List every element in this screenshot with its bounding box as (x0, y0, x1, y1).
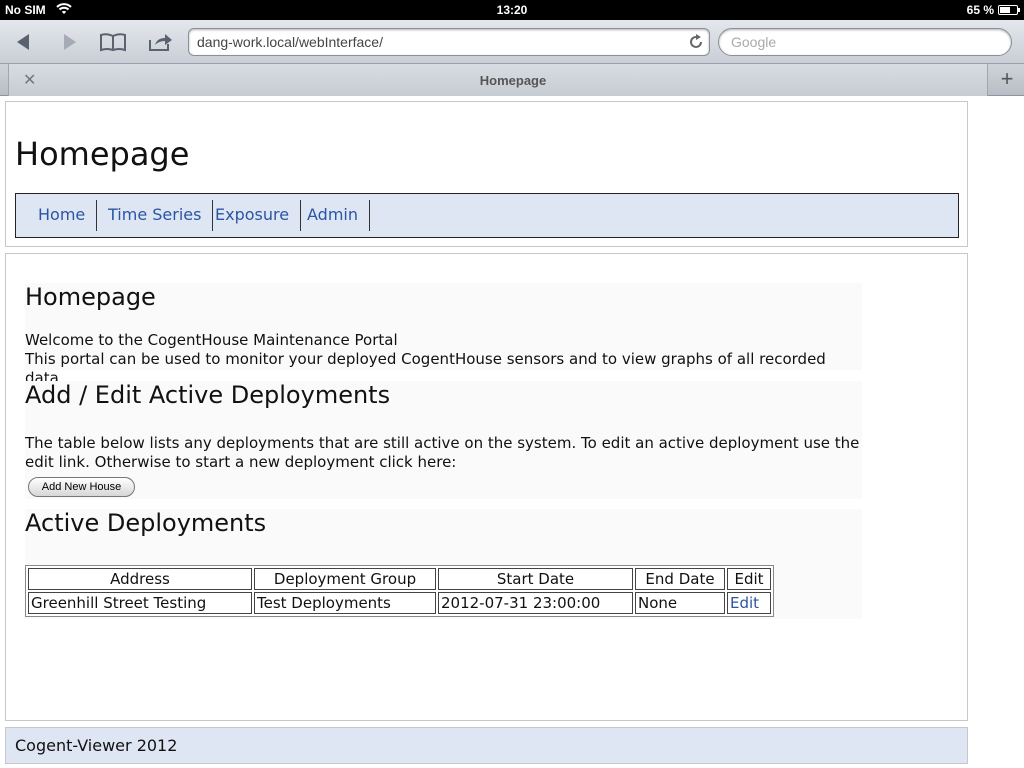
url-text: dang-work.local/webInterface/ (197, 34, 383, 50)
intro-heading: Homepage (25, 283, 156, 311)
col-edit: Edit (727, 568, 771, 590)
page-header: Homepage Home Time Series Exposure Admin (5, 101, 968, 247)
intro-section: Homepage Welcome to the CogentHouse Main… (25, 283, 862, 387)
back-icon (17, 34, 29, 50)
add-new-house-button[interactable]: Add New House (28, 477, 135, 497)
share-button[interactable] (145, 28, 175, 56)
address-bar[interactable]: dang-work.local/webInterface/ (188, 28, 710, 56)
col-start-date: Start Date (438, 568, 633, 590)
intro-line-1: Welcome to the CogentHouse Maintenance P… (25, 331, 398, 349)
cell-deployment-group: Test Deployments (254, 592, 436, 614)
status-bar: No SIM 13:20 65 % (0, 0, 1024, 20)
table-header-row: Address Deployment Group Start Date End … (28, 568, 771, 590)
battery-icon (998, 5, 1020, 15)
share-icon (149, 34, 172, 51)
search-field[interactable]: Google (718, 28, 1012, 56)
cell-address: Greenhill Street Testing (28, 592, 252, 614)
add-edit-section: Add / Edit Active Deployments The table … (25, 381, 862, 499)
col-end-date: End Date (635, 568, 725, 590)
back-button[interactable] (9, 28, 39, 56)
footer: Cogent-Viewer 2012 (5, 727, 968, 764)
cell-edit: Edit (727, 592, 771, 614)
forward-button[interactable] (54, 28, 84, 56)
nav-home[interactable]: Home (27, 200, 98, 231)
clock: 13:20 (496, 3, 528, 17)
active-deployments-section: Active Deployments Address Deployment Gr… (25, 509, 862, 619)
forward-icon (64, 34, 76, 50)
col-address: Address (28, 568, 252, 590)
col-deployment-group: Deployment Group (254, 568, 436, 590)
tab-homepage[interactable]: ✕ Homepage (8, 64, 988, 96)
add-edit-heading: Add / Edit Active Deployments (25, 381, 391, 409)
tab-bar: ✕ Homepage + (0, 64, 1024, 96)
page-title: Homepage (15, 135, 190, 173)
nav-admin[interactable]: Admin (296, 200, 370, 231)
cell-start-date: 2012-07-31 23:00:00 (438, 592, 633, 614)
browser-toolbar: dang-work.local/webInterface/ Google (0, 20, 1024, 64)
deployments-table: Address Deployment Group Start Date End … (25, 565, 774, 617)
search-placeholder: Google (731, 34, 777, 50)
nav-bar: Home Time Series Exposure Admin (15, 193, 959, 238)
main-content: Homepage Welcome to the CogentHouse Main… (5, 253, 968, 721)
bookmarks-icon (100, 33, 126, 52)
nav-exposure[interactable]: Exposure (204, 200, 302, 231)
active-heading: Active Deployments (25, 509, 267, 537)
bookmarks-button[interactable] (98, 28, 128, 56)
edit-link[interactable]: Edit (730, 594, 759, 612)
table-row: Greenhill Street Testing Test Deployment… (28, 592, 771, 614)
battery-percent: 65 % (966, 3, 994, 17)
add-edit-text: The table below lists any deployments th… (25, 434, 860, 471)
plus-icon[interactable]: + (993, 66, 1021, 94)
tab-title: Homepage (479, 73, 547, 88)
reload-icon[interactable] (688, 34, 704, 53)
cell-end-date: None (635, 592, 725, 614)
nav-time-series[interactable]: Time Series (97, 200, 214, 231)
